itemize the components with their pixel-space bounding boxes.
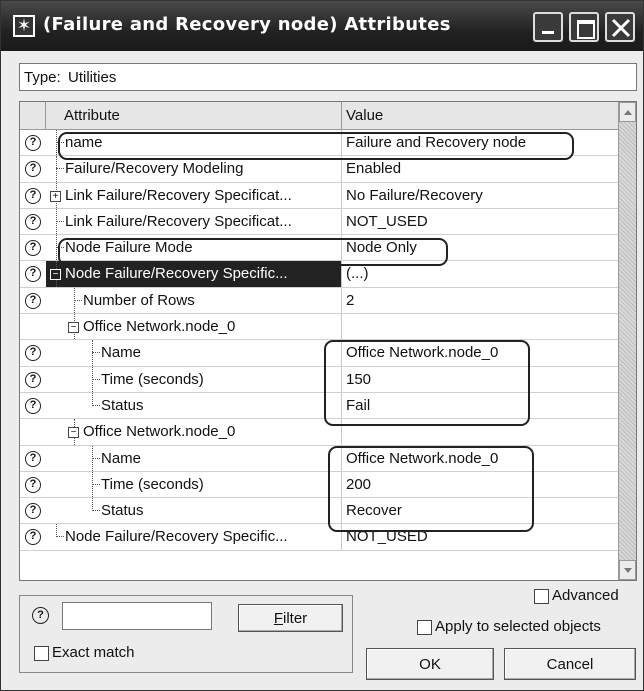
attributes-dialog: ✶ (Failure and Recovery node) Attributes… (0, 0, 644, 691)
filter-button[interactable]: Filter (238, 604, 343, 632)
column-header-value[interactable]: Value (342, 102, 618, 129)
filter-input[interactable] (62, 602, 212, 630)
help-icon[interactable]: ? (25, 213, 41, 230)
attribute-label: Number of Rows (83, 291, 195, 309)
asterisk-icon: ✶ (13, 15, 35, 37)
exact-match-label: Exact match (52, 644, 135, 661)
attribute-cell[interactable]: − Office Network.node_0 (46, 419, 342, 445)
attribute-cell[interactable]: + Link Failure/Recovery Specificat... (46, 182, 342, 208)
help-icon[interactable]: ? (25, 161, 41, 178)
attribute-cell[interactable]: Status (46, 498, 342, 524)
collapse-icon[interactable]: − (68, 427, 79, 439)
table-row[interactable]: − Office Network.node_0 (20, 419, 618, 446)
column-header-attribute[interactable]: Attribute (46, 102, 342, 129)
attribute-label: Node Failure/Recovery Specific... (65, 528, 288, 546)
help-icon[interactable]: ? (25, 503, 41, 520)
table-header: Attribute Value (20, 102, 618, 130)
attribute-label: Failure/Recovery Modeling (65, 160, 244, 178)
help-icon[interactable]: ? (25, 397, 41, 414)
attribute-cell[interactable]: Time (seconds) (46, 471, 342, 498)
close-icon (611, 18, 631, 38)
type-input[interactable] (66, 65, 636, 89)
help-icon[interactable]: ? (25, 371, 41, 388)
attribute-label: Office Network.node_0 (83, 423, 236, 441)
minimize-button[interactable] (533, 12, 563, 42)
attribute-label: Node Failure/Recovery Specific... (65, 265, 288, 283)
table-row[interactable]: − Office Network.node_0 (20, 314, 618, 341)
highlight-node-failure-mode (58, 238, 448, 266)
advanced-label: Advanced (552, 587, 619, 604)
attribute-cell[interactable]: Number of Rows (46, 287, 342, 314)
attribute-cell[interactable]: Link Failure/Recovery Specificat... (46, 208, 342, 235)
attribute-label: Status (101, 396, 144, 414)
type-label: Type: (24, 69, 61, 86)
help-icon[interactable]: ? (25, 476, 41, 493)
scroll-down-icon[interactable] (619, 560, 636, 580)
apply-selected-label: Apply to selected objects (435, 618, 601, 635)
ok-button[interactable]: OK (366, 648, 494, 680)
help-icon[interactable]: ? (32, 607, 49, 624)
exact-match-checkbox[interactable] (34, 646, 49, 661)
attribute-cell[interactable]: Name (46, 445, 342, 471)
attribute-cell[interactable]: Name (46, 340, 342, 366)
attribute-label: Status (101, 502, 144, 520)
highlight-node-0-recover (328, 446, 534, 532)
apply-selected-checkbox[interactable] (417, 620, 432, 635)
attributes-table: Attribute Value ? name Failure and Recover… (19, 101, 637, 581)
attribute-label: Name (101, 344, 142, 362)
attribute-cell[interactable]: − Office Network.node_0 (46, 314, 342, 340)
table-row[interactable]: ? Failure/Recovery Modeling Enabled (20, 156, 618, 183)
help-icon[interactable]: ? (25, 450, 41, 467)
expand-icon[interactable]: + (50, 190, 61, 202)
help-icon[interactable]: ? (25, 135, 41, 151)
attribute-cell[interactable]: Node Failure/Recovery Specific... (46, 524, 342, 550)
help-icon[interactable]: ? (25, 345, 41, 362)
type-field: Type: (19, 63, 637, 91)
attribute-cell[interactable]: Status (46, 392, 342, 419)
collapse-icon[interactable]: − (50, 269, 61, 281)
window-title: (Failure and Recovery node) Attributes (43, 14, 451, 35)
close-button[interactable] (605, 12, 635, 42)
attribute-cell[interactable]: Failure/Recovery Modeling (46, 156, 342, 182)
value-cell[interactable] (342, 314, 618, 339)
filter-group: ? Filter Exact match (19, 595, 353, 673)
vertical-scrollbar[interactable] (618, 102, 636, 580)
value-cell[interactable]: No Failure/Recovery (342, 183, 618, 208)
advanced-checkbox[interactable] (534, 589, 549, 604)
highlight-name (58, 132, 574, 160)
highlight-node-0-fail (324, 340, 530, 426)
table-row[interactable]: ? Number of Rows 2 (20, 287, 618, 315)
table-row[interactable]: ? Link Failure/Recovery Specificat... NOT_… (20, 208, 618, 236)
value-cell[interactable]: 2 (342, 288, 618, 313)
value-cell[interactable]: Enabled (342, 156, 618, 181)
collapse-icon[interactable]: − (68, 322, 79, 334)
help-icon[interactable]: ? (25, 187, 41, 204)
help-icon[interactable]: ? (25, 292, 41, 309)
attribute-label: Time (seconds) (101, 475, 204, 493)
attribute-label: Link Failure/Recovery Specificat... (65, 186, 292, 204)
attribute-cell[interactable]: Time (seconds) (46, 366, 342, 392)
title-bar[interactable]: ✶ (Failure and Recovery node) Attributes (1, 1, 643, 51)
attribute-label: Name (101, 449, 142, 467)
attribute-label: Link Failure/Recovery Specificat... (65, 212, 292, 230)
help-icon[interactable]: ? (25, 240, 41, 257)
help-icon[interactable]: ? (25, 529, 41, 546)
scroll-up-icon[interactable] (619, 102, 636, 122)
attribute-label: Office Network.node_0 (83, 318, 236, 336)
value-cell[interactable]: NOT_USED (342, 209, 618, 234)
cancel-button[interactable]: Cancel (504, 648, 636, 680)
attribute-label: Time (seconds) (101, 370, 204, 388)
help-icon[interactable]: ? (25, 266, 41, 283)
maximize-button[interactable] (569, 12, 599, 42)
table-row[interactable]: ? + Link Failure/Recovery Specificat... No … (20, 182, 618, 209)
